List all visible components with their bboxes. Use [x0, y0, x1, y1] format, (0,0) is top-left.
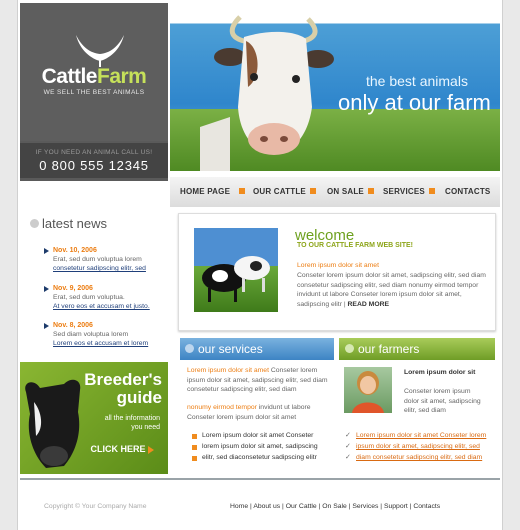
logo-tagline: WE SELL THE BEST ANIMALS — [43, 89, 145, 96]
page-container: CattleFarm WE SELL THE BEST ANIMALS IF Y… — [17, 0, 503, 530]
farmers-body: Conseter lorem ipsum dolor sit amet, sad… — [404, 388, 481, 414]
footer-links: Home | About us | Our Cattle | On Sale |… — [230, 503, 441, 510]
click-here-button[interactable]: CLICK HERE — [90, 444, 154, 454]
news-text: Erat, sed dum voluptua lorem — [53, 256, 142, 263]
logo-area[interactable]: CattleFarm WE SELL THE BEST ANIMALS — [20, 3, 168, 141]
welcome-body: Conseter lorem ipsum dolor sit amet, sad… — [297, 272, 486, 308]
farmers-link[interactable]: diam consetetur sadipscing elitr, sed di… — [356, 454, 482, 461]
breeder-subtitle: all the information you need — [104, 415, 160, 431]
footer-link-sale[interactable]: On Sale — [322, 503, 347, 510]
farmers-link[interactable]: Lorem ipsum dolor sit amet Conseter lore… — [356, 432, 486, 439]
breeder-title1: Breeder's — [84, 370, 162, 389]
news-link[interactable]: Lorem eos et accusam et lorem — [53, 340, 148, 347]
nav-separator-icon — [310, 188, 316, 194]
farmer-photo — [344, 367, 392, 413]
check-icon: ✓ — [345, 443, 351, 450]
nav-our-cattle[interactable]: OUR CATTLE — [253, 187, 306, 196]
phone-label: IF YOU NEED AN ANIMAL CALL US! — [35, 149, 153, 156]
logo-text: CattleFarm — [41, 65, 147, 88]
services-para2: nonumy eirmod tempor invidunt ut labore … — [187, 404, 311, 421]
farmers-heading: Lorem ipsum dolor sit — [404, 369, 476, 376]
footer-link-support[interactable]: Support — [384, 503, 408, 510]
cow-photo — [200, 15, 334, 171]
news-link[interactable]: consetetur sadipscing elitr, sed — [53, 265, 146, 272]
services-title: our services — [198, 342, 263, 356]
footer-link-home[interactable]: Home — [230, 503, 248, 510]
hero-line1: the best animals — [366, 73, 468, 89]
breeder-title2: guide — [116, 388, 162, 407]
phone-number: 0 800 555 12345 — [39, 158, 149, 173]
bullet-icon — [192, 434, 197, 439]
services-header-icon — [185, 344, 194, 353]
nav-on-sale[interactable]: ON SALE — [327, 187, 364, 196]
news-text: Erat, sed dum voluptua. — [53, 294, 125, 301]
services-list-item: elitr, sed diaconsetetur sadipscing elit… — [202, 454, 317, 461]
farmers-header-icon — [345, 344, 354, 353]
footer-link-cattle[interactable]: Our Cattle — [286, 503, 317, 510]
bullet-icon — [192, 456, 197, 461]
news-link[interactable]: At vero eos et accusam et justo. — [53, 303, 150, 310]
welcome-subtitle: TO OUR CATTLE FARM WEB SITE! — [297, 242, 414, 249]
news-date: Nov. 9, 2006 — [53, 285, 93, 292]
nav-separator-icon — [368, 188, 374, 194]
copyright: Copyright © Your Company Name — [44, 503, 147, 510]
cows-photo — [194, 228, 278, 312]
read-more-link[interactable]: READ MORE — [348, 301, 390, 308]
news-header-icon — [30, 219, 39, 228]
news-text: Sed diam voluptua lorem — [53, 331, 129, 338]
horns-icon — [76, 35, 124, 67]
nav-home[interactable]: HOME PAGE — [180, 187, 230, 196]
nav-services[interactable]: SERVICES — [383, 187, 425, 196]
services-para1: Lorem ipsum dolor sit amet Conseter lore… — [187, 367, 328, 393]
footer-link-about[interactable]: About us — [253, 503, 280, 510]
check-icon: ✓ — [345, 432, 351, 439]
arrow-icon — [148, 445, 154, 454]
footer-divider — [20, 478, 500, 480]
breeders-guide-banner[interactable]: Breeder's guide all the information you n… — [20, 362, 168, 474]
news-title: latest news — [42, 216, 108, 231]
arrow-icon — [44, 248, 49, 254]
bullet-icon — [192, 445, 197, 450]
nav-contacts[interactable]: CONTACTS — [445, 187, 490, 196]
hero-banner: the best animals only at our farm — [170, 3, 500, 171]
footer-link-services[interactable]: Services — [352, 503, 378, 510]
arrow-icon — [44, 323, 49, 329]
farmers-link[interactable]: ipsum dolor sit amet, sadipscing elitr, … — [356, 443, 480, 450]
hero-line2: only at our farm — [338, 90, 491, 115]
services-list-item: lorem ipsum dolor sit amet, sadipscing — [202, 443, 318, 450]
nav-separator-icon — [429, 188, 435, 194]
welcome-heading: Lorem ipsum dolor sit amet — [297, 262, 379, 269]
arrow-icon — [44, 286, 49, 292]
footer-link-contacts[interactable]: Contacts — [413, 503, 440, 510]
news-date: Nov. 8, 2006 — [53, 322, 93, 329]
services-list-item: Lorem ipsum dolor sit amet Conseter — [202, 432, 314, 439]
farmers-title: our farmers — [358, 342, 420, 356]
news-date: Nov. 10, 2006 — [53, 247, 97, 254]
nav-separator-icon — [239, 188, 245, 194]
check-icon: ✓ — [345, 454, 351, 461]
